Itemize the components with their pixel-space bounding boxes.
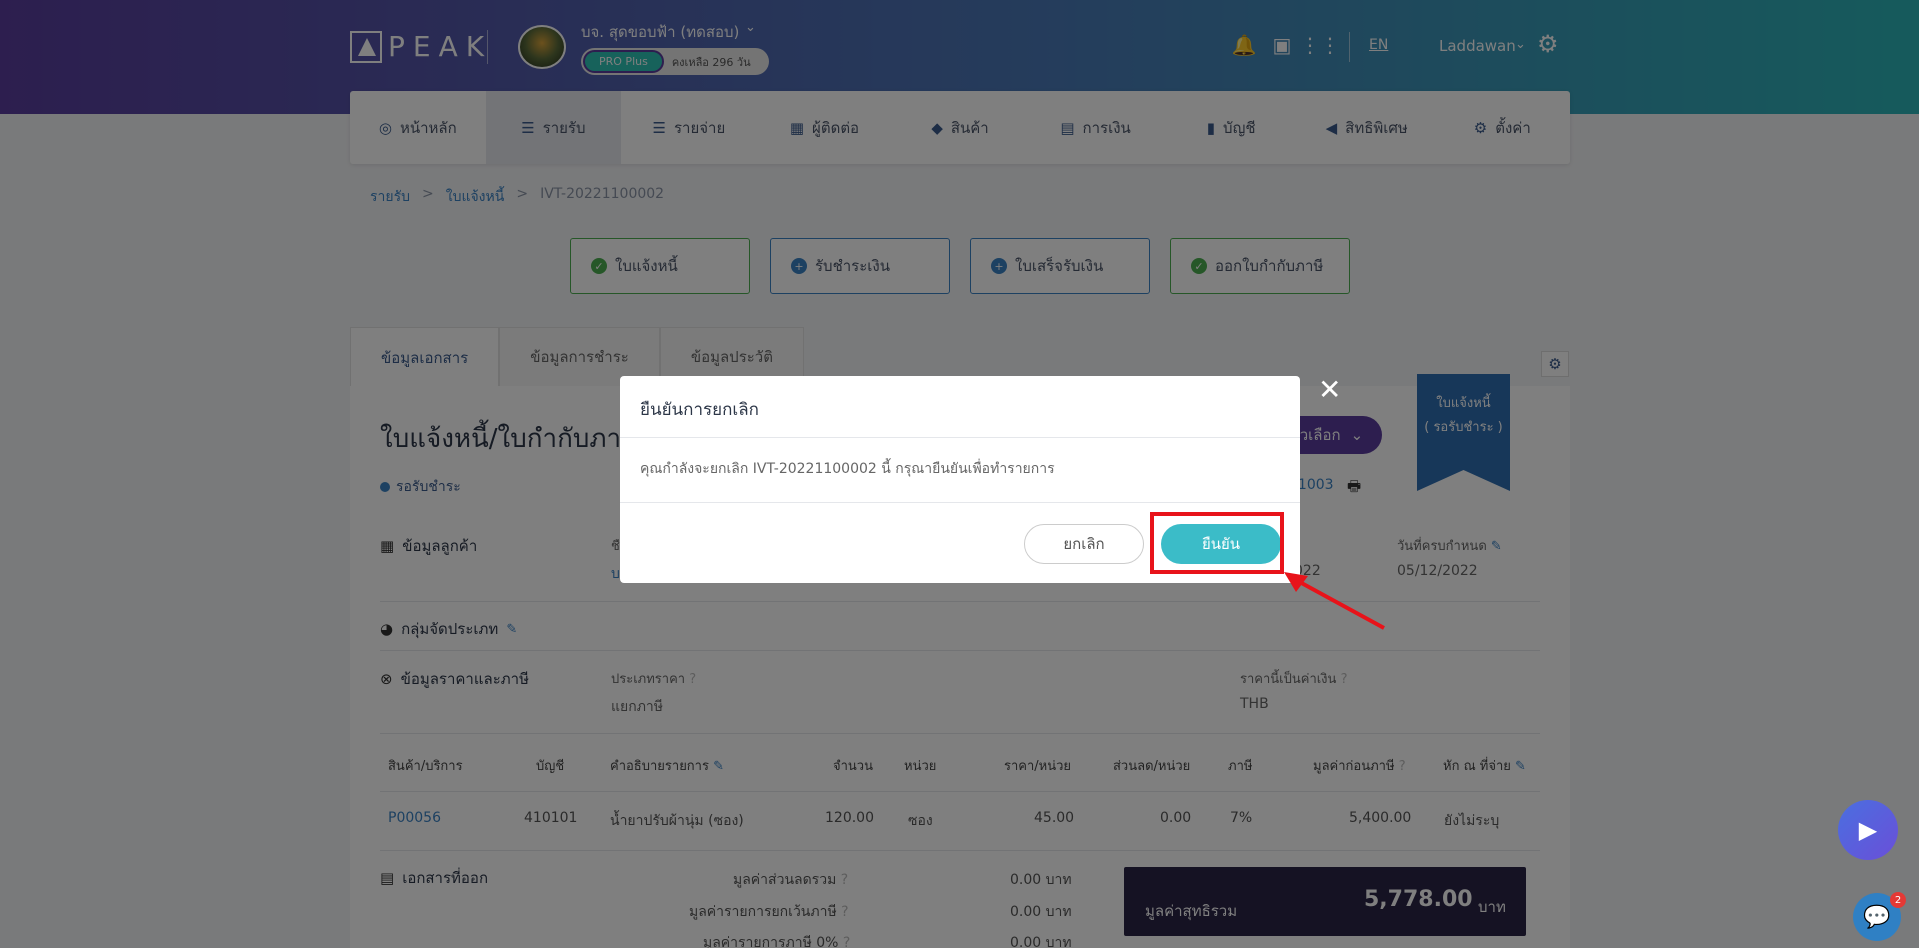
highlight-box	[1150, 512, 1284, 574]
divider	[620, 437, 1300, 438]
play-icon: ▶	[1858, 816, 1878, 844]
divider	[620, 502, 1300, 503]
chat-icon: 💬	[1863, 904, 1891, 930]
dialog-title: ยืนยันการยกเลิก	[640, 400, 759, 420]
cancel-button[interactable]: ยกเลิก	[1024, 524, 1144, 564]
chat-badge: 2	[1890, 892, 1906, 908]
dialog-message: คุณกำลังจะยกเลิก IVT-20221100002 นี้ กรุ…	[640, 461, 1055, 477]
pointer-arrow-icon	[1284, 572, 1385, 630]
close-icon[interactable]: ✕	[1318, 373, 1341, 406]
play-tutorial-button[interactable]: ▶	[1838, 800, 1898, 860]
